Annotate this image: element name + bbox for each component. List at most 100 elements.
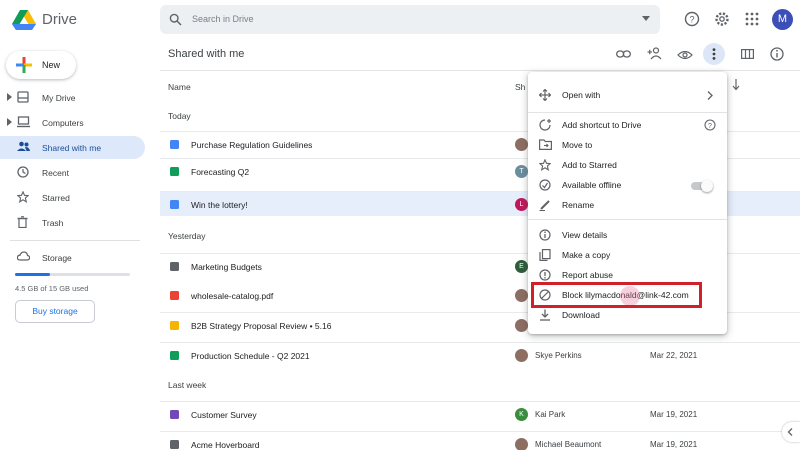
link-icon[interactable]: [616, 49, 631, 59]
menu-divider: [528, 112, 727, 113]
form-file-icon: [170, 410, 179, 419]
expand-arrow-icon[interactable]: [7, 93, 12, 101]
file-date: Mar 19, 2021: [650, 410, 698, 419]
side-panel-toggle[interactable]: [782, 422, 800, 442]
sidebar-item-label: Shared with me: [42, 143, 102, 153]
svg-text:?: ?: [689, 15, 694, 25]
trash-icon: [17, 216, 28, 228]
svg-text:?: ?: [708, 123, 712, 130]
offline-icon: [539, 179, 551, 191]
search-input[interactable]: Search in Drive: [192, 14, 254, 24]
storage-label: Storage: [42, 253, 72, 263]
menu-item-move-to[interactable]: Move to: [528, 135, 727, 155]
section-header-today: Today: [168, 111, 191, 121]
avatar: [515, 319, 528, 332]
file-owner: Michael Beaumont: [535, 440, 602, 449]
sidebar-item-my-drive[interactable]: My Drive: [0, 86, 145, 109]
file-name: Marketing Budgets: [191, 262, 262, 272]
buy-storage-button[interactable]: Buy storage: [15, 300, 95, 323]
sidebar-item-computers[interactable]: Computers: [0, 111, 145, 134]
doc-file-icon: [170, 200, 179, 209]
avatar: [515, 349, 528, 362]
avatar: L: [515, 198, 528, 211]
sheet-file-icon: [170, 167, 179, 176]
star-icon: [17, 191, 29, 203]
sort-arrow-icon[interactable]: [732, 79, 740, 91]
avatar: K: [515, 408, 528, 421]
file-owner: Skye Perkins: [535, 351, 582, 360]
menu-item-rename[interactable]: Rename: [528, 195, 727, 215]
sidebar-item-storage[interactable]: Storage: [0, 246, 145, 269]
sidebar-item-starred[interactable]: Starred: [0, 186, 145, 209]
help-icon[interactable]: ?: [704, 119, 716, 131]
sidebar-item-recent[interactable]: Recent: [0, 161, 145, 184]
cloud-icon: [17, 251, 30, 261]
add-person-icon[interactable]: [647, 47, 663, 60]
expand-arrow-icon[interactable]: [7, 118, 12, 126]
move-folder-icon: [539, 139, 552, 150]
menu-item-label: Open with: [562, 90, 601, 100]
sidebar-item-label: Computers: [42, 118, 84, 128]
storage-usage-bar: [15, 273, 130, 276]
file-owner: Kai Park: [535, 410, 566, 419]
page-title: Shared with me: [168, 48, 245, 60]
avatar: [515, 438, 528, 450]
menu-item-add-shortcut[interactable]: Add shortcut to Drive ?: [528, 115, 727, 135]
file-name: Win the lottery!: [191, 200, 248, 210]
apps-grid-icon[interactable]: [745, 12, 759, 26]
settings-gear-icon[interactable]: [714, 11, 730, 27]
file-row[interactable]: Production Schedule - Q2 2021 Skye Perkin…: [160, 342, 800, 367]
folder-file-icon: [170, 262, 179, 271]
column-header-name[interactable]: Name: [168, 82, 191, 92]
toolbar-divider: [160, 70, 800, 71]
slides-file-icon: [170, 321, 179, 330]
file-name: Production Schedule - Q2 2021: [191, 351, 310, 361]
file-name: wholesale-catalog.pdf: [191, 291, 274, 301]
menu-item-open-with[interactable]: Open with: [528, 85, 727, 105]
sidebar-item-trash[interactable]: Trash: [0, 211, 145, 234]
file-name: Acme Hoverboard: [191, 440, 260, 450]
menu-item-view-details[interactable]: View details: [528, 225, 727, 245]
menu-item-download[interactable]: Download: [528, 305, 727, 325]
menu-item-available-offline[interactable]: Available offline: [528, 175, 727, 195]
sidebar-item-label: Trash: [42, 218, 64, 228]
star-icon: [539, 159, 551, 171]
sidebar-item-shared-with-me[interactable]: Shared with me: [0, 136, 145, 159]
search-bar[interactable]: Search in Drive: [160, 5, 660, 34]
info-icon[interactable]: [770, 47, 784, 61]
menu-item-label: View details: [562, 230, 608, 240]
sidebar-item-label: Recent: [42, 168, 69, 178]
highlight-box: [531, 282, 702, 308]
plus-icon: [16, 57, 32, 73]
menu-item-add-to-starred[interactable]: Add to Starred: [528, 155, 727, 175]
offline-toggle[interactable]: [691, 180, 713, 192]
avatar: [515, 289, 528, 302]
menu-item-label: Available offline: [562, 180, 622, 190]
app-name: Drive: [42, 11, 78, 28]
people-icon: [17, 141, 30, 151]
top-bar: Drive Search in Drive ? M: [0, 0, 800, 40]
search-icon[interactable]: [169, 13, 182, 26]
file-row[interactable]: Customer Survey K Kai Park Mar 19, 2021: [160, 401, 800, 426]
pdf-file-icon: [170, 291, 179, 300]
new-button-label: New: [42, 60, 61, 70]
sheet-file-icon: [170, 351, 179, 360]
file-row[interactable]: Acme Hoverboard Michael Beaumont Mar 19, 2…: [160, 431, 800, 450]
menu-item-label: Add shortcut to Drive: [562, 120, 642, 130]
preview-eye-icon[interactable]: [677, 50, 693, 60]
account-avatar[interactable]: M: [772, 9, 793, 30]
sidebar-item-label: Starred: [42, 193, 70, 203]
help-icon[interactable]: ?: [684, 11, 700, 27]
add-shortcut-icon: [539, 119, 551, 131]
new-button[interactable]: New: [6, 51, 76, 79]
file-date: Mar 19, 2021: [650, 440, 698, 449]
menu-item-make-a-copy[interactable]: Make a copy: [528, 245, 727, 265]
caret-down-icon[interactable]: [642, 16, 650, 22]
toggle-knob: [701, 180, 713, 192]
more-actions-button[interactable]: [703, 43, 725, 65]
column-header-shared-by[interactable]: Sh: [515, 82, 525, 92]
drive-logo-icon[interactable]: [12, 9, 36, 31]
avatar: [515, 138, 528, 151]
grid-view-icon[interactable]: [741, 49, 754, 59]
sidebar-item-label: My Drive: [42, 93, 76, 103]
